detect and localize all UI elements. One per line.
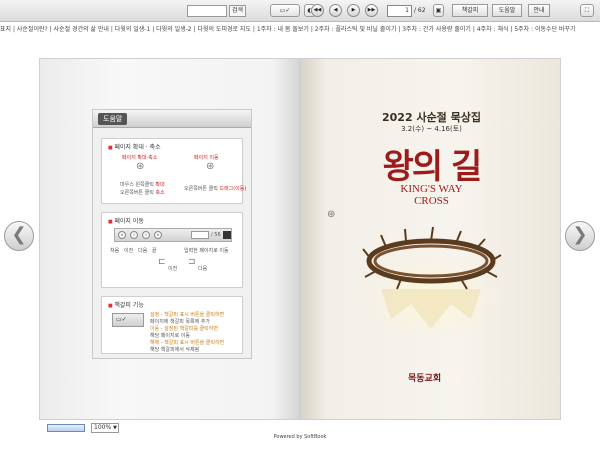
help-button[interactable]: 도움말 (492, 4, 522, 17)
bookmark-note-line: 페이지에 책갈피 목록에 추가 (150, 319, 210, 325)
last-page-icon: ▶▶ (367, 7, 376, 13)
zoom-note-b: 오른쪽버튼 클릭 축소 (120, 190, 165, 196)
arrow-left-icon: ❮ (11, 224, 27, 245)
page-total: / 62 (414, 7, 426, 14)
right-page[interactable]: 2022 사순절 묵상집 3.2(수) ~ 4.16(토) 왕의 길 KING'… (300, 58, 561, 420)
powered-by: Powered by SoftBook (273, 434, 327, 440)
cover-english-title: KING'S WAY CROSS (301, 183, 560, 207)
toc-item[interactable]: 1주차 : 내 몸 돌보기 (257, 26, 309, 33)
prev-page-button[interactable]: ◀ (329, 4, 342, 17)
bookmark-note-line: 설정 - 책갈피 표시 버튼을 클릭하면 (150, 312, 225, 318)
help-header: 도움말 (93, 110, 251, 128)
fullscreen-icon: ⛶ (584, 7, 590, 14)
bookmark-icon: ▭✓ (116, 316, 127, 323)
bookmark-note-line: 해제 - 책갈피 표시 버튼을 클릭하면 (150, 340, 225, 346)
crown-of-thorns-illustration (353, 226, 509, 339)
bookmark-sample: ▭✓ (112, 313, 144, 327)
first-page-icon: ◀◀ (313, 7, 322, 13)
chevron-down-icon: ▼ (113, 425, 117, 431)
next-page-icon: ▶ (351, 7, 356, 13)
prev-note: 이전 (168, 266, 178, 272)
sample-page-total: / 56 (211, 232, 221, 238)
toc-item[interactable]: 표지 (0, 26, 11, 33)
page-nav-help-title: 페이지 이동 (108, 216, 144, 225)
arrow-right-icon: ❯ (572, 224, 588, 245)
view-mode-selector[interactable] (47, 424, 85, 432)
toc-item[interactable]: 사순절 경건의 삶 안내 (54, 26, 109, 33)
toc-item[interactable]: 2주차 : 플라스틱 및 비닐 줄이기 (315, 26, 397, 33)
fullscreen-button[interactable]: ⛶ (580, 4, 594, 17)
toc-item[interactable]: 다윗의 도피경로 지도 (197, 26, 251, 33)
cover-english-line1: KING'S WAY (400, 183, 463, 195)
move-note: 오른쪽버튼 클릭 드래그(이동) (184, 186, 247, 192)
cursor-right-icon: ⊐ (188, 257, 196, 267)
search-button[interactable]: 검색 (229, 5, 246, 17)
nav-label: 끝 (152, 248, 157, 254)
bookmark-note-line: 해당 책갈피에서 삭제됨 (150, 347, 200, 353)
last-icon: » (154, 231, 162, 239)
move-label: 페이지 이동 (194, 155, 219, 161)
toc-item[interactable]: 3주차 : 간가 사용량 줄이기 (402, 26, 471, 33)
bookmark-button[interactable]: 책갈피 (452, 4, 488, 17)
cover-date: 3.2(수) ~ 4.16(토) (401, 125, 462, 133)
cursor-left-icon: ⊏ (158, 257, 166, 267)
toc-item[interactable]: 사순절이란? (17, 26, 48, 33)
nav-label: 이전 (124, 248, 134, 254)
nav-label: 처음 (110, 248, 120, 254)
left-page[interactable]: 도움말 페이지 확대 · 축소 페이지 확대·축소 페이지 이동 ⊛ ⊛ 마우스… (39, 58, 300, 420)
bookmark-note-line: 해당 페이지로 이동 (150, 333, 190, 339)
help-panel: 도움말 페이지 확대 · 축소 페이지 확대·축소 페이지 이동 ⊛ ⊛ 마우스… (92, 109, 252, 359)
next-icon: › (142, 231, 150, 239)
thumbnail-view-button[interactable]: ▭✓ (270, 4, 300, 17)
page-number-input[interactable]: 1 (387, 5, 412, 17)
zoom-value: 100% (94, 424, 112, 431)
cover-title: 2022 사순절 묵상집 (382, 111, 481, 124)
first-icon: « (118, 231, 126, 239)
mouse-icon: ⊛ (136, 161, 145, 172)
toc-item[interactable]: 4주차 : 채식 (477, 26, 509, 33)
nav-sample-bar: « ‹ › » / 56 (114, 228, 232, 242)
toc-item[interactable]: 다윗의 일생-1 (115, 26, 151, 33)
publisher-logo: 목동교회 (408, 374, 442, 384)
bookmark-help-title: 책갈피 기능 (108, 300, 144, 309)
zoom-help-section: 페이지 확대 · 축소 페이지 확대·축소 페이지 이동 ⊛ ⊛ 마우스 왼쪽클… (101, 138, 247, 204)
toc-strip: 표지 | 사순절이란? | 사순절 경건의 삶 안내 | 다윗의 일생-1 | … (0, 24, 600, 35)
cover-english-line2: CROSS (414, 195, 449, 207)
go-icon (223, 231, 231, 239)
page-nav-help-section: 페이지 이동 « ‹ › » / 56 처음이전다음끝입력한 페이지로 이동 ⊏… (101, 212, 243, 288)
prev-page-icon: ◀ (333, 7, 338, 13)
toc-item[interactable]: 다윗의 일생-2 (156, 26, 192, 33)
first-page-button[interactable]: ◀◀ (311, 4, 324, 17)
zoom-label: 페이지 확대·축소 (122, 155, 158, 161)
mouse-icon: ⊛ (206, 161, 215, 172)
bookmark-note-line: 이동 - 설정된 책갈피를 클릭하면 (150, 326, 218, 332)
mouse-cursor-icon: ⊛ (327, 209, 336, 220)
bookmark-help-section: 책갈피 기능 ▭✓ 설정 - 책갈피 표시 버튼을 클릭하면페이지에 책갈피 목… (101, 296, 243, 354)
prev-icon: ‹ (130, 231, 138, 239)
go-page-button[interactable]: ▣ (433, 4, 444, 17)
cover-korean-title: 왕의 길 (382, 147, 483, 187)
toc-item[interactable]: 5주차 : 이동수단 바꾸기 (514, 26, 575, 33)
go-icon: ▣ (435, 7, 442, 14)
guide-button[interactable]: 안내 (528, 4, 550, 17)
zoom-help-title: 페이지 확대 · 축소 (108, 142, 160, 151)
next-note: 다음 (198, 266, 208, 272)
nav-label: 입력한 페이지로 이동 (184, 248, 229, 254)
sample-page-input (191, 231, 209, 239)
last-page-button[interactable]: ▶▶ (365, 4, 378, 17)
search-input[interactable] (187, 5, 227, 17)
next-page-arrow[interactable]: ❯ (565, 221, 595, 251)
zoom-select[interactable]: 100% ▼ (91, 423, 119, 433)
thumbnail-icon: ▭✓ (279, 7, 291, 14)
nav-label: 다음 (138, 248, 148, 254)
zoom-note-a: 마우스 왼쪽클릭 확대 (120, 182, 165, 188)
flipbook[interactable]: 도움말 페이지 확대 · 축소 페이지 확대·축소 페이지 이동 ⊛ ⊛ 마우스… (39, 58, 561, 420)
next-page-button[interactable]: ▶ (347, 4, 360, 17)
prev-page-arrow[interactable]: ❮ (4, 221, 34, 251)
top-toolbar: 검색 ▭✓ ◐ ◀◀ ◀ ▶ ▶▶ 1 / 62 ▣ 책갈피 도움말 안내 ⛶ (0, 0, 600, 22)
help-title: 도움말 (98, 113, 128, 125)
